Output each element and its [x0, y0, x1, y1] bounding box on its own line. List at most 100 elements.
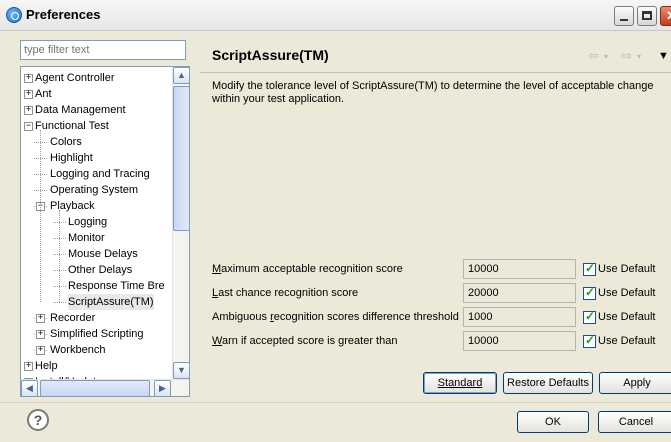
horizontal-scroll-thumb[interactable] — [40, 380, 150, 396]
page-header: ScriptAssure(TM) ⇦ ▾ ⇨ ▾ ▼ — [200, 40, 671, 72]
use-default-label: Use Default — [598, 287, 656, 299]
max-recognition-use-default-checkbox[interactable] — [583, 261, 596, 276]
tree-node[interactable]: Logging — [21, 214, 173, 230]
expand-icon[interactable]: + — [36, 346, 45, 355]
tree-node[interactable]: Monitor — [21, 230, 173, 246]
expand-icon[interactable]: + — [24, 362, 33, 371]
scroll-up-arrow-icon[interactable]: ▲ — [173, 67, 189, 84]
tree-node-label: Recorder — [50, 312, 96, 324]
restore-defaults-button[interactable]: Restore Defaults — [503, 372, 593, 394]
tree-node[interactable]: ScriptAssure(TM) — [21, 294, 173, 310]
expand-icon[interactable]: + — [36, 330, 45, 339]
tree-connector — [53, 302, 66, 303]
scroll-thumb[interactable] — [173, 86, 189, 231]
tree-node-label: Ant — [35, 88, 52, 100]
warn-score-label: Warn if accepted score is greater than — [212, 335, 398, 347]
tree-vertical-scrollbar[interactable]: ▲ ▼ — [172, 67, 189, 379]
apply-button[interactable]: Apply — [599, 372, 671, 394]
title-bar: Preferences — [0, 0, 671, 31]
expand-icon[interactable]: + — [24, 74, 33, 83]
standard-button[interactable]: Standard — [423, 372, 497, 394]
back-dropdown-icon[interactable]: ▾ — [604, 52, 608, 61]
tree-node-label: Simplified Scripting — [50, 328, 144, 340]
scroll-down-arrow-icon[interactable]: ▼ — [173, 362, 189, 379]
tree-node-label: Agent Controller — [35, 72, 115, 84]
tree-node-label: Workbench — [50, 344, 106, 356]
tree-node-label: Other Delays — [68, 264, 133, 276]
expand-icon[interactable]: + — [24, 90, 33, 99]
tree-node-label: Help — [35, 360, 58, 372]
forward-arrow-icon[interactable]: ⇨ — [621, 48, 632, 64]
tree-node[interactable]: − Playback — [21, 198, 173, 214]
minimize-button[interactable] — [614, 6, 634, 26]
last-chance-score-label: Last chance recognition score — [212, 287, 359, 299]
ambiguous-threshold-field[interactable] — [463, 307, 576, 327]
tree-node[interactable]: + Data Management — [21, 102, 173, 118]
use-default-label: Use Default — [598, 335, 656, 347]
tree-node[interactable]: − Functional Test — [21, 118, 173, 134]
tree-node-label: Logging — [68, 216, 108, 228]
tree-node-label: Response Time Bre — [68, 280, 165, 292]
use-default-label: Use Default — [598, 263, 656, 275]
tree-node[interactable]: Logging and Tracing — [21, 166, 173, 182]
preference-tree-pane: +Agent Controller+Ant+Data Management−Fu… — [20, 40, 190, 400]
tree-node-label: Data Management — [35, 104, 126, 116]
close-button[interactable] — [660, 6, 671, 26]
tree-guide-line — [40, 130, 41, 302]
tree-node-label: Colors — [50, 136, 82, 148]
tree-node[interactable]: + Ant — [21, 86, 173, 102]
window-title: Preferences — [26, 7, 101, 22]
tree-node-label: Functional Test — [35, 120, 109, 132]
warn-score-field[interactable] — [463, 331, 576, 351]
tree-node[interactable]: + Simplified Scripting — [21, 326, 173, 342]
tree-node[interactable]: Operating System — [21, 182, 173, 198]
tree-node-label: ScriptAssure(TM) — [68, 294, 154, 310]
last-chance-use-default-checkbox[interactable] — [583, 285, 596, 300]
back-arrow-icon[interactable]: ⇦ — [588, 48, 599, 64]
scroll-right-arrow-icon[interactable]: ▶ — [154, 380, 171, 396]
expand-icon[interactable]: + — [36, 314, 45, 323]
header-divider — [200, 72, 671, 73]
expand-icon[interactable]: + — [24, 106, 33, 115]
tree-node[interactable]: + Help — [21, 358, 173, 374]
footer-divider — [0, 402, 671, 403]
page-title: ScriptAssure(TM) — [212, 47, 329, 63]
preference-page: ScriptAssure(TM) ⇦ ▾ ⇨ ▾ ▼ Modify the to… — [200, 40, 671, 400]
max-recognition-score-field[interactable] — [463, 259, 576, 279]
help-icon[interactable]: ? — [27, 409, 49, 431]
warn-use-default-checkbox[interactable] — [583, 333, 596, 348]
preference-tree: + Agent Controller + Ant + Data Management − Fu… — [21, 67, 173, 379]
tree-node[interactable]: + Agent Controller — [21, 70, 173, 86]
use-default-label: Use Default — [598, 311, 656, 323]
tree-node[interactable]: Other Delays — [21, 262, 173, 278]
max-recognition-score-label: Maximum acceptable recognition score — [212, 263, 403, 275]
ambiguous-use-default-checkbox[interactable] — [583, 309, 596, 324]
tree-horizontal-scrollbar[interactable]: ◀ ▶ — [21, 379, 189, 396]
tree-node[interactable]: + Workbench — [21, 342, 173, 358]
tree-node-label: Monitor — [68, 232, 105, 244]
view-menu-icon[interactable]: ▼ — [658, 50, 669, 62]
collapse-icon[interactable]: − — [24, 122, 33, 131]
last-chance-score-field[interactable] — [463, 283, 576, 303]
ambiguous-threshold-label: Ambiguous recognition scores difference … — [212, 311, 459, 323]
ok-button[interactable]: OK — [517, 411, 589, 433]
cancel-button[interactable]: Cancel — [598, 411, 671, 433]
tree-node-label: Playback — [50, 200, 95, 212]
tree-node-label: Operating System — [50, 184, 139, 196]
tree-node-label: Mouse Delays — [68, 248, 138, 260]
tree-node[interactable]: Mouse Delays — [21, 246, 173, 262]
maximize-button[interactable] — [637, 6, 657, 26]
tree-node[interactable]: Highlight — [21, 150, 173, 166]
tree-node-label: Highlight — [50, 152, 93, 164]
filter-input[interactable] — [20, 40, 186, 60]
tree-node-label: Logging and Tracing — [50, 168, 150, 180]
tree-guide-line — [59, 210, 60, 302]
tree-node[interactable]: Colors — [21, 134, 173, 150]
tree-node[interactable]: Response Time Bre — [21, 278, 173, 294]
forward-dropdown-icon[interactable]: ▾ — [637, 52, 641, 61]
scroll-left-arrow-icon[interactable]: ◀ — [21, 380, 38, 396]
tree-node[interactable]: + Recorder — [21, 310, 173, 326]
preferences-app-icon — [6, 7, 22, 23]
tree-box: + Agent Controller + Ant + Data Management − Fu… — [20, 66, 190, 397]
page-description: Modify the tolerance level of ScriptAssu… — [212, 80, 654, 105]
